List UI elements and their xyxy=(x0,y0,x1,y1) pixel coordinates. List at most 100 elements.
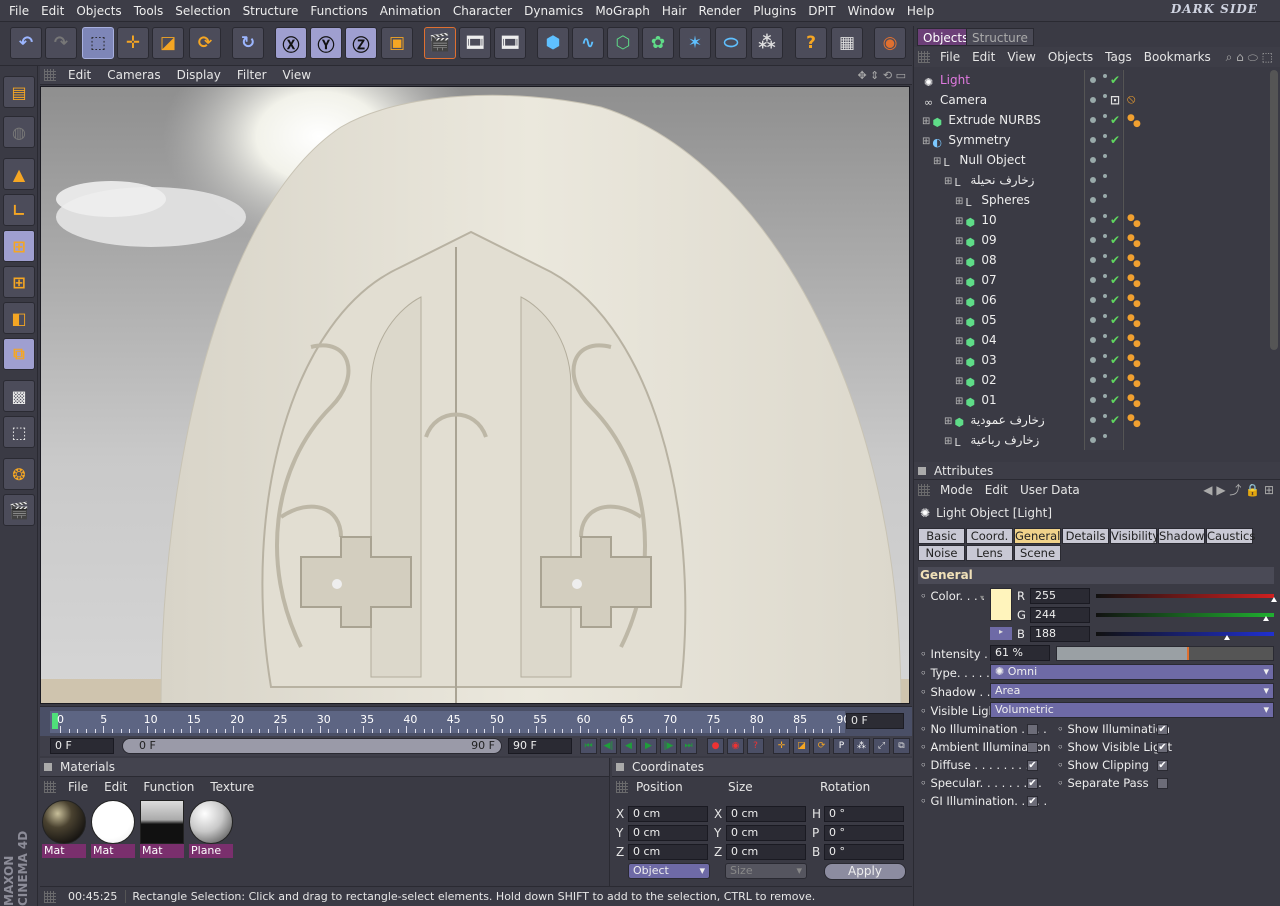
editor-visibility-dot[interactable] xyxy=(1090,377,1096,383)
slider-handle-icon[interactable] xyxy=(1263,616,1270,621)
tab-details[interactable]: Details xyxy=(1062,528,1109,544)
enabled-check-icon[interactable]: ✔ xyxy=(1110,290,1120,310)
attributes-menu-mode[interactable]: Mode xyxy=(934,483,979,497)
expand-icon[interactable]: ⊞ xyxy=(922,136,930,147)
expand-icon[interactable]: ⊞ xyxy=(955,376,963,387)
objects-menu-tags[interactable]: Tags xyxy=(1099,50,1138,64)
object-row[interactable]: ⊞ ⬢ 01 ✔ ● ● xyxy=(918,390,1270,410)
intensity-slider[interactable] xyxy=(1056,646,1274,661)
position-field[interactable]: 0 cm xyxy=(628,825,708,841)
objects-menu-edit[interactable]: Edit xyxy=(966,50,1001,64)
polygon-mode-button[interactable]: ◧ xyxy=(3,302,35,334)
move-tool[interactable]: ✛ xyxy=(117,27,149,59)
axis-mode-button[interactable]: ∟ xyxy=(3,194,35,226)
cube-primitive-button[interactable]: ⬢ xyxy=(537,27,569,59)
expand-icon[interactable]: ⊞ xyxy=(955,216,963,227)
menu-selection[interactable]: Selection xyxy=(169,4,236,18)
interpolation-icon[interactable]: ⤢ xyxy=(873,738,890,754)
object-row[interactable]: ⊞ ⬢ Extrude NURBS ✔ ● ● xyxy=(918,110,1270,130)
menu-window[interactable]: Window xyxy=(842,4,901,18)
editor-visibility-dot[interactable] xyxy=(1090,97,1096,103)
render-region-button[interactable]: 🎬 xyxy=(3,494,35,526)
material-swatch[interactable]: Mat xyxy=(91,800,135,858)
drag-grip-icon[interactable] xyxy=(918,483,930,496)
camera-enable-icon[interactable]: ⊡ xyxy=(1110,90,1120,110)
checkbox[interactable] xyxy=(1157,778,1168,789)
size-field[interactable]: 0 cm xyxy=(726,806,806,822)
tab-coord[interactable]: Coord. xyxy=(966,528,1013,544)
checkbox[interactable]: ✔ xyxy=(1027,760,1038,771)
color-picker-icon[interactable]: ▸ xyxy=(990,627,1012,640)
render-visibility-dot[interactable] xyxy=(1103,274,1107,278)
drag-grip-icon[interactable] xyxy=(616,780,628,793)
expand-icon[interactable]: ⊞ xyxy=(955,236,963,247)
object-row[interactable]: ⊞ ⬢ 02 ✔ ● ● xyxy=(918,370,1270,390)
editor-visibility-dot[interactable] xyxy=(1090,417,1096,423)
checkbox[interactable]: ✔ xyxy=(1157,742,1168,753)
menu-edit[interactable]: Edit xyxy=(35,4,70,18)
size-field[interactable]: 0 cm xyxy=(726,825,806,841)
key-position-icon[interactable]: ✛ xyxy=(773,738,790,754)
viewport-menu-cameras[interactable]: Cameras xyxy=(99,68,168,82)
materials-menu-texture[interactable]: Texture xyxy=(202,780,262,794)
visibility-cell[interactable] xyxy=(1084,150,1122,170)
render-visibility-dot[interactable] xyxy=(1103,314,1107,318)
sculpt-button[interactable]: ◍ xyxy=(3,116,35,148)
deformer-button[interactable]: ✶ xyxy=(679,27,711,59)
object-row[interactable]: ⊞ ⬢ 09 ✔ ● ● xyxy=(918,230,1270,250)
intensity-field[interactable]: 61 % xyxy=(990,645,1050,661)
object-row[interactable]: ⊞ ◐ Symmetry ✔ xyxy=(918,130,1270,150)
rotate-tool[interactable]: ⟳ xyxy=(189,27,221,59)
render-visibility-dot[interactable] xyxy=(1103,434,1107,438)
scale-tool[interactable]: ◪ xyxy=(152,27,184,59)
position-field[interactable]: 0 cm xyxy=(628,806,708,822)
enabled-check-icon[interactable]: ✔ xyxy=(1110,230,1120,250)
editor-visibility-dot[interactable] xyxy=(1090,297,1096,303)
r-value-field[interactable]: 255 xyxy=(1030,588,1090,604)
scheme-icon[interactable]: ⧉ xyxy=(893,738,910,754)
apply-button[interactable]: Apply xyxy=(824,863,906,880)
enabled-check-icon[interactable]: ✔ xyxy=(1110,210,1120,230)
tab-structure[interactable]: Structure xyxy=(966,28,1034,46)
array-button[interactable]: ✿ xyxy=(642,27,674,59)
render-visibility-dot[interactable] xyxy=(1103,154,1107,158)
undo-button[interactable]: ↶ xyxy=(10,27,42,59)
help-cursor-button[interactable]: ? xyxy=(795,27,827,59)
spline-button[interactable]: ∿ xyxy=(572,27,604,59)
object-row[interactable]: ⊞ ⬢ 05 ✔ ● ● xyxy=(918,310,1270,330)
play-back-icon[interactable]: ◀ xyxy=(620,738,637,754)
menu-tools[interactable]: Tools xyxy=(128,4,170,18)
editor-visibility-dot[interactable] xyxy=(1090,197,1096,203)
visibility-cell[interactable]: ✔ xyxy=(1084,330,1122,350)
slider-handle-icon[interactable] xyxy=(1224,635,1231,640)
visibility-cell[interactable]: ✔ xyxy=(1084,230,1122,250)
object-row[interactable]: ∞ Camera ⊡ ⦸ xyxy=(918,90,1270,110)
keyframe-selection-icon[interactable]: ? xyxy=(747,738,764,754)
material-swatch[interactable]: Plane xyxy=(189,800,233,858)
tab-scene[interactable]: Scene xyxy=(1014,545,1061,561)
tab-basic[interactable]: Basic xyxy=(918,528,965,544)
timeline-ruler[interactable]: 0 5 10 15 20 25 30 35 40 45 50 55 60 65 70 75 80 85 90 xyxy=(50,711,850,733)
position-field[interactable]: 0 cm xyxy=(628,844,708,860)
go-end-icon[interactable]: ⏭ xyxy=(680,738,697,754)
point-mode-button[interactable]: ⊞ xyxy=(3,230,35,262)
3d-viewport[interactable] xyxy=(40,86,910,704)
enabled-check-icon[interactable]: ✔ xyxy=(1110,250,1120,270)
animation-mode-button[interactable]: ❂ xyxy=(3,458,35,490)
record-icon[interactable]: ● xyxy=(707,738,724,754)
rotation-field[interactable]: 0 ° xyxy=(824,825,904,841)
scene-object-button[interactable]: ⬭ xyxy=(715,27,747,59)
render-visibility-dot[interactable] xyxy=(1103,334,1107,338)
timeline[interactable]: 0 5 10 15 20 25 30 35 40 45 50 55 60 65 70 75 80 85 90 0 F xyxy=(40,706,912,736)
enabled-check-icon[interactable]: ✔ xyxy=(1110,130,1120,150)
object-row[interactable]: ⊞ L زخارف نحيلة xyxy=(918,170,1270,190)
visibility-cell[interactable]: ✔ xyxy=(1084,270,1122,290)
editor-visibility-dot[interactable] xyxy=(1090,77,1096,83)
particles-button[interactable]: ⁂ xyxy=(751,27,783,59)
enabled-check-icon[interactable]: ✔ xyxy=(1110,330,1120,350)
editor-visibility-dot[interactable] xyxy=(1090,317,1096,323)
autokey-icon[interactable]: ◉ xyxy=(727,738,744,754)
panel-close-icon[interactable] xyxy=(616,763,624,771)
objects-menu-objects[interactable]: Objects xyxy=(1042,50,1099,64)
redo-button[interactable]: ↷ xyxy=(45,27,77,59)
